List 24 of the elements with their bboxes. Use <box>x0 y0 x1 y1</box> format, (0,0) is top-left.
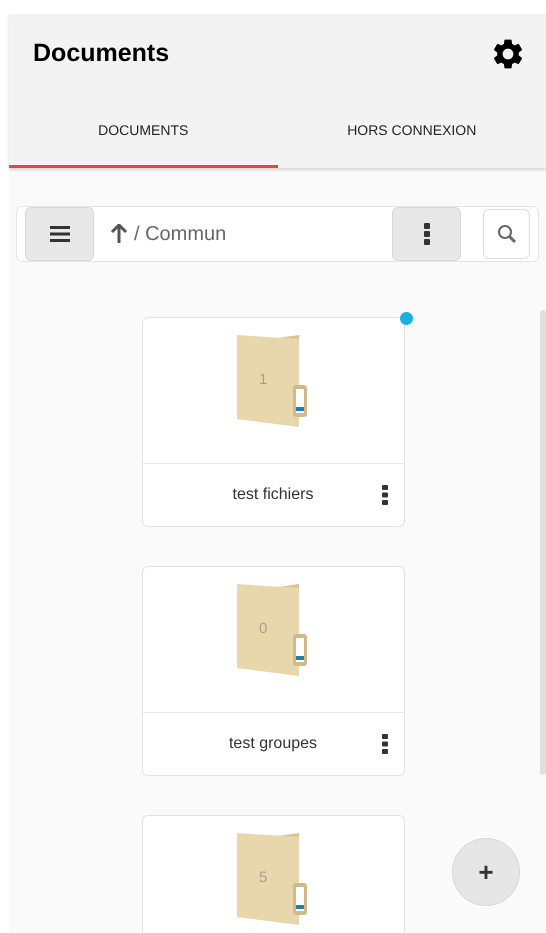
tab[interactable]: DOCUMENTS <box>9 94 278 168</box>
folder-icon <box>237 584 309 676</box>
folder-icon <box>237 833 309 925</box>
folder-count: 1 <box>259 370 268 390</box>
more-icon[interactable] <box>382 485 388 505</box>
folder-card[interactable]: 1 test fichiers <box>142 317 404 527</box>
search-icon <box>496 224 516 244</box>
page-title: Documents <box>33 38 170 70</box>
folder-name: test groupes <box>228 734 318 754</box>
folder-icon <box>237 335 309 427</box>
folder-name: test fichiers <box>232 485 314 505</box>
menu-icon <box>50 226 70 242</box>
folder-card[interactable]: 0 test groupes <box>142 566 404 776</box>
search-button[interactable] <box>483 209 530 259</box>
more-button[interactable] <box>392 207 461 261</box>
menu-button[interactable] <box>25 207 94 261</box>
tab[interactable]: HORS CONNEXION <box>278 94 546 168</box>
more-icon[interactable] <box>382 734 388 754</box>
up-arrow-icon[interactable] <box>110 224 128 244</box>
folder-count: 5 <box>259 868 268 888</box>
breadcrumb-path: / Commun <box>134 222 228 247</box>
folder-count: 0 <box>259 619 268 639</box>
add-button[interactable]: + <box>452 838 520 906</box>
more-icon <box>424 223 430 245</box>
